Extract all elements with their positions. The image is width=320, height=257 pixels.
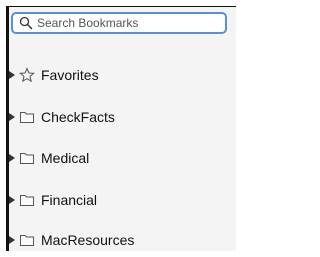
bookmarks-panel: Favorites CheckFacts Medical Financial M… [0, 0, 242, 257]
sidebar-item-label: Financial [41, 192, 98, 208]
search-field[interactable] [11, 12, 227, 34]
sidebar-item-medical[interactable]: Medical [9, 147, 229, 169]
sidebar-item-label: MacResources [41, 232, 135, 248]
sidebar-item-label: CheckFacts [41, 109, 115, 125]
sidebar-item-financial[interactable]: Financial [9, 189, 229, 211]
sidebar-item-macresources[interactable]: MacResources [9, 229, 229, 251]
sidebar-item-checkfacts[interactable]: CheckFacts [9, 106, 229, 128]
sidebar-item-label: Medical [41, 150, 90, 166]
search-icon [19, 16, 33, 30]
folder-icon [20, 195, 34, 206]
bookmarks-sidebar [9, 7, 236, 251]
sidebar-item-label: Favorites [41, 67, 99, 83]
search-input[interactable] [37, 16, 217, 30]
folder-icon [20, 235, 34, 246]
sidebar-item-favorites[interactable]: Favorites [9, 64, 229, 86]
disclosure-triangle-icon[interactable] [9, 113, 15, 121]
disclosure-triangle-icon[interactable] [9, 196, 15, 204]
disclosure-triangle-icon[interactable] [9, 154, 15, 162]
folder-icon [20, 153, 34, 164]
disclosure-triangle-icon[interactable] [9, 236, 15, 244]
star-icon [19, 67, 35, 83]
folder-icon [20, 112, 34, 123]
disclosure-triangle-icon[interactable] [9, 71, 15, 79]
